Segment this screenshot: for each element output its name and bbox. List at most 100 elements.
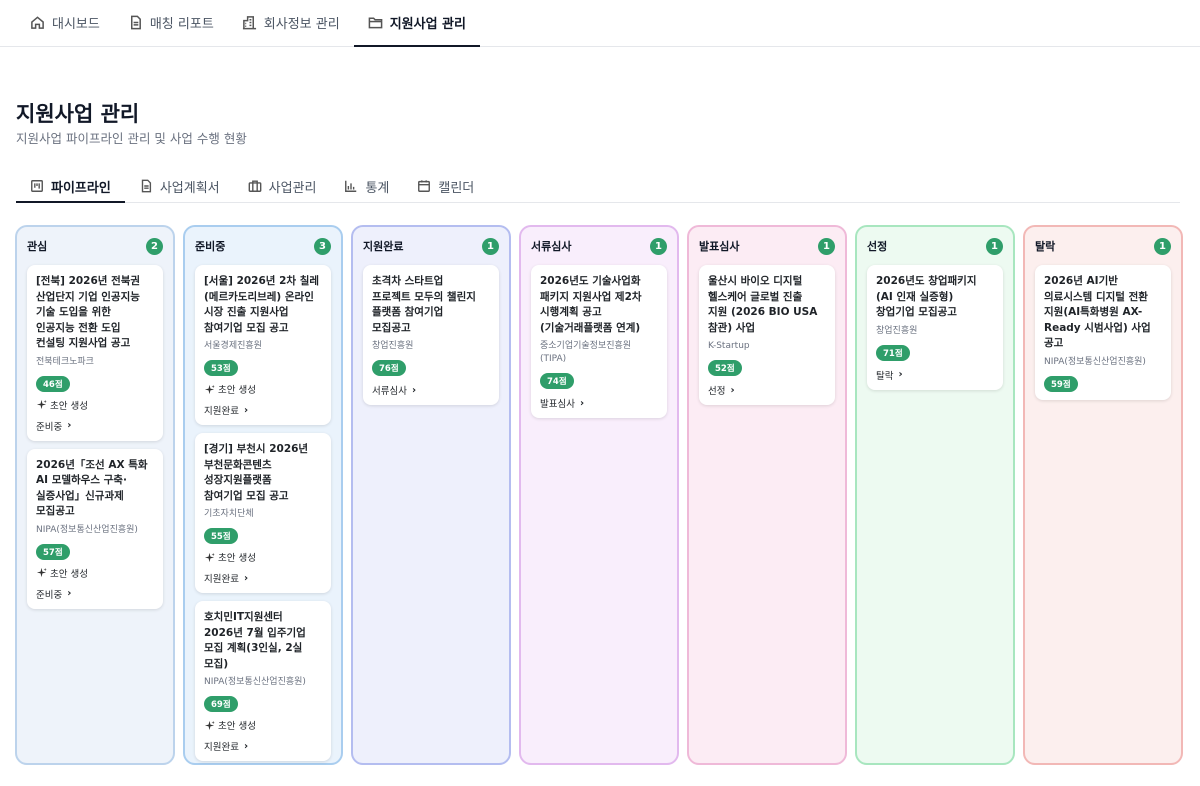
pipeline-card[interactable]: [전북] 2026년 전북권 산업단지 기업 인공지능 기술 도입을 위한 인공… <box>27 265 163 441</box>
draft-label: 초안 생성 <box>218 385 256 396</box>
column-count-badge: 1 <box>1154 237 1171 255</box>
column-header: 지원완료 1 <box>363 235 499 257</box>
score-badge: 69점 <box>204 696 238 712</box>
move-stage-button[interactable]: 지원완료 › <box>204 571 322 586</box>
column-title: 선정 <box>867 240 888 253</box>
topnav-tab-label: 회사정보 관리 <box>263 17 340 32</box>
pipeline-card[interactable]: 호치민IT지원센터 2026년 7월 입주기업 모집 계획(3인실, 2실 모집… <box>195 601 331 761</box>
pipeline-card[interactable]: 2026년도 기술사업화 패키지 지원사업 제2차 시행계획 공고 (기술거래플… <box>531 265 667 418</box>
card-organization: 전북테크노파크 <box>36 356 94 367</box>
subtab-calendar[interactable]: 캘린더 <box>403 170 488 202</box>
column-title: 준비중 <box>195 240 226 253</box>
pipeline-card[interactable]: [서울] 2026년 2차 칠레 (메르카도리브레) 온라인 시장 진출 지원사… <box>195 265 331 425</box>
draft-label: 초안 생성 <box>218 721 256 732</box>
kanban-icon <box>31 180 43 192</box>
column-count-badge: 1 <box>482 237 499 255</box>
pipeline-column: 서류심사 1 2026년도 기술사업화 패키지 지원사업 제2차 시행계획 공고 (… <box>519 225 679 765</box>
pipeline-card[interactable]: 2026년도 창업패키지 (AI 인재 실증형) 창업기업 모집공고 창업진흥원 7… <box>867 265 1003 390</box>
draft-label: 초안 생성 <box>50 568 88 580</box>
card-organization: 창업진흥원 <box>372 341 414 351</box>
briefcase-icon <box>248 180 262 192</box>
move-stage-button[interactable]: 선정 › <box>708 383 826 398</box>
pipeline-column: 발표심사 1 울산시 바이오 디지털 헬스케어 글로벌 진출 지원 (2026 BI… <box>687 225 847 765</box>
pipeline-column: 지원완료 1 초격차 스타트업 프로젝트 모두의 챌린지 플랫폼 참여기업 모집공고… <box>351 225 511 765</box>
card-organization: NIPA(정보통신산업진흥원) <box>1044 356 1146 367</box>
generate-draft-button[interactable]: 초안 생성 <box>204 550 322 564</box>
card-title: 2026년 AI기반 의료시스템 디지털 전환 지원(AI특화병원 AX- Re… <box>1044 275 1151 349</box>
move-stage-button[interactable]: 지원완료 › <box>204 403 322 418</box>
card-title: 울산시 바이오 디지털 헬스케어 글로벌 진출 지원 (2026 BIO USA… <box>708 275 818 334</box>
sparkle-icon <box>36 567 47 578</box>
chevron-right-icon: › <box>243 572 249 584</box>
sparkle-icon <box>36 399 47 410</box>
subtab-pipeline[interactable]: 파이프라인 <box>16 170 125 203</box>
move-stage-button[interactable]: 탈락 › <box>876 368 994 382</box>
card-organization: 서울경제진흥원 <box>204 341 262 351</box>
score-badge: 55점 <box>204 528 238 544</box>
card-title: [경기] 부천시 2026년 부천문화콘텐츠 성장지원플랫폼 참여기업 모집 공… <box>204 443 309 502</box>
move-stage-button[interactable]: 지원완료 › <box>204 739 322 754</box>
column-title: 탈락 <box>1035 240 1056 253</box>
move-stage-label: 지원완료 <box>204 574 239 585</box>
move-stage-button[interactable]: 준비중 › <box>36 419 154 433</box>
pipeline-card[interactable]: 2026년 AI기반 의료시스템 디지털 전환 지원(AI특화병원 AX- Re… <box>1035 265 1171 400</box>
score-badge: 46점 <box>36 375 70 392</box>
column-title: 지원완료 <box>363 240 404 253</box>
pipeline-column: 관심 2 [전북] 2026년 전북권 산업단지 기업 인공지능 기술 도입을 위한… <box>15 225 175 765</box>
column-title: 관심 <box>27 240 48 253</box>
topnav-tab-label: 대시보드 <box>52 17 100 32</box>
chevron-right-icon: › <box>67 588 72 599</box>
pipeline-card[interactable]: 울산시 바이오 디지털 헬스케어 글로벌 진출 지원 (2026 BIO USA… <box>699 265 835 405</box>
document-icon <box>141 179 151 193</box>
chevron-right-icon: › <box>243 404 249 416</box>
card-organization: K-Startup <box>708 341 750 351</box>
pipeline-card[interactable]: 초격차 스타트업 프로젝트 모두의 챌린지 플랫폼 참여기업 모집공고 창업진흥원… <box>363 265 499 405</box>
generate-draft-button[interactable]: 초안 생성 <box>204 382 322 396</box>
pipeline-card[interactable]: [경기] 부천시 2026년 부천문화콘텐츠 성장지원플랫폼 참여기업 모집 공… <box>195 433 331 593</box>
subtab-label: 파이프라인 <box>51 180 111 196</box>
pipeline-column: 준비중 3 [서울] 2026년 2차 칠레 (메르카도리브레) 온라인 시장 진출… <box>183 225 343 765</box>
card-title: 2026년도 창업패키지 (AI 인재 실증형) 창업기업 모집공고 <box>876 275 977 318</box>
topnav-tab-dashboard[interactable]: 대시보드 <box>16 0 114 46</box>
topnav-tab-matching-report[interactable]: 매칭 리포트 <box>114 0 228 46</box>
column-header: 서류심사 1 <box>531 235 667 257</box>
card-organization: NIPA(정보통신산업진흥원) <box>36 524 138 535</box>
move-stage-button[interactable]: 발표심사 › <box>540 396 658 411</box>
card-title: [서울] 2026년 2차 칠레 (메르카도리브레) 온라인 시장 진출 지원사… <box>204 275 320 334</box>
generate-draft-button[interactable]: 초안 생성 <box>204 718 322 732</box>
score-badge: 71점 <box>876 344 910 361</box>
topnav-tab-label: 매칭 리포트 <box>149 17 214 32</box>
score-badge: 52점 <box>708 360 742 376</box>
generate-draft-button[interactable]: 초안 생성 <box>36 566 154 580</box>
move-stage-label: 선정 <box>708 386 726 397</box>
topnav-tab-company-info[interactable]: 회사정보 관리 <box>228 0 354 46</box>
bar-chart-icon <box>345 180 357 192</box>
column-header: 관심 2 <box>27 235 163 257</box>
chevron-right-icon: › <box>411 384 417 396</box>
subtab-business-plan[interactable]: 사업계획서 <box>125 170 234 202</box>
move-stage-label: 서류심사 <box>372 386 407 397</box>
pipeline-board: 관심 2 [전북] 2026년 전북권 산업단지 기업 인공지능 기술 도입을 위한… <box>15 225 1183 765</box>
building-icon <box>242 16 256 30</box>
subtab-project-management[interactable]: 사업관리 <box>234 170 331 202</box>
pipeline-card[interactable]: 2026년「조선 AX 특화 AI 모델하우스 구축· 실증사업」신규과제 모집… <box>27 448 163 609</box>
column-header: 준비중 3 <box>195 235 331 257</box>
card-title: 2026년「조선 AX 특화 AI 모델하우스 구축· 실증사업」신규과제 모집… <box>36 458 148 518</box>
pipeline-column: 선정 1 2026년도 창업패키지 (AI 인재 실증형) 창업기업 모집공고 창업진… <box>855 225 1015 765</box>
column-count-badge: 1 <box>986 237 1003 255</box>
card-organization: 중소기업기술정보진흥원 (TIPA) <box>540 341 632 364</box>
move-stage-button[interactable]: 서류심사 › <box>372 383 490 398</box>
card-organization: 기초자치단체 <box>204 509 254 519</box>
topnav-tab-support-programs[interactable]: 지원사업 관리 <box>353 0 481 47</box>
card-title: [전북] 2026년 전북권 산업단지 기업 인공지능 기술 도입을 위한 인공… <box>36 275 141 349</box>
generate-draft-button[interactable]: 초안 생성 <box>36 398 154 412</box>
move-stage-label: 지원완료 <box>204 742 239 753</box>
chevron-right-icon: › <box>579 397 585 409</box>
column-count-badge: 3 <box>314 237 331 255</box>
card-title: 호치민IT지원센터 2026년 7월 입주기업 모집 계획(3인실, 2실 모집… <box>204 611 306 670</box>
subtab-statistics[interactable]: 통계 <box>330 170 403 202</box>
move-stage-button[interactable]: 준비중 › <box>36 587 154 601</box>
sparkle-icon <box>204 552 215 562</box>
document-icon <box>130 15 141 30</box>
chevron-right-icon: › <box>898 369 903 380</box>
